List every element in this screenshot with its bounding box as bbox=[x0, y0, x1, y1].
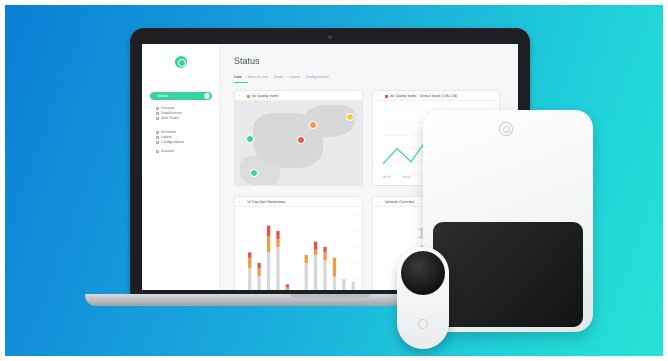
device-logo-icon bbox=[418, 319, 428, 329]
element-icon bbox=[156, 130, 159, 134]
sidebar-item-label: Sensors bbox=[161, 106, 175, 110]
bar-segment bbox=[248, 257, 252, 269]
bar-segment bbox=[257, 276, 261, 290]
alerts-card: ‹ 10 Day Alert Breakdown bbox=[234, 196, 363, 290]
bar-segment bbox=[266, 252, 271, 290]
status-square-icon bbox=[247, 94, 250, 98]
card-header: ‹ Air Quality Index - Sensor Node (I AM … bbox=[373, 91, 499, 101]
bar-segment bbox=[304, 263, 308, 290]
sidebar-item-status[interactable]: Status bbox=[150, 92, 212, 100]
sidebar-item-label: Labels bbox=[161, 135, 172, 139]
card-header: ‹ Air Quality Index bbox=[235, 91, 362, 101]
sensor-icon bbox=[156, 106, 159, 110]
sensor-device bbox=[397, 247, 449, 349]
bar-segment bbox=[276, 247, 280, 290]
app-logo[interactable] bbox=[175, 56, 187, 68]
bar-segment bbox=[323, 252, 327, 261]
card-header: ‹ 10 Day Alert Breakdown bbox=[235, 197, 362, 207]
bar-segment bbox=[257, 268, 261, 277]
bar-segment bbox=[285, 284, 290, 287]
tab-labels[interactable]: Labels bbox=[289, 75, 300, 79]
bar-segment bbox=[323, 247, 327, 253]
card-title: Air Quality Index - Sensor Node (I AM OB… bbox=[390, 94, 458, 98]
bar-segment bbox=[248, 252, 252, 258]
database-icon bbox=[156, 111, 159, 115]
laptop-notch bbox=[290, 294, 370, 298]
status-dot-icon bbox=[204, 93, 210, 99]
user-icon bbox=[156, 149, 159, 153]
page-title: Status bbox=[234, 56, 260, 66]
bar-segment bbox=[276, 231, 280, 239]
bar-segment bbox=[332, 276, 337, 290]
tab-configurations[interactable]: Configurations bbox=[306, 75, 329, 79]
sidebar-item-alert-rules[interactable]: Alert Rules bbox=[156, 116, 179, 121]
bar-segment bbox=[266, 236, 271, 253]
card-title: Network Overview bbox=[385, 200, 415, 204]
chevron-icon[interactable]: ‹ bbox=[239, 197, 240, 207]
bar-segment bbox=[276, 239, 280, 247]
tab-alerts[interactable]: Alerts bbox=[274, 75, 283, 79]
map-land bbox=[240, 156, 280, 185]
sidebar-item-label: DataSources bbox=[161, 111, 182, 115]
sidebar-item-label: Account bbox=[161, 149, 174, 153]
x-tick-label: 06:00 bbox=[403, 175, 411, 179]
chevron-icon[interactable]: ‹ bbox=[239, 91, 240, 101]
x-tick-label: 00:00 bbox=[383, 175, 391, 179]
bar-segment bbox=[248, 268, 252, 290]
active-tab-indicator bbox=[234, 82, 248, 83]
sidebar-item-configurations[interactable]: Configurations bbox=[156, 140, 184, 145]
bar-segment bbox=[323, 260, 327, 290]
bar-segment bbox=[266, 225, 271, 237]
sidebar-item-label: Elements bbox=[161, 130, 176, 134]
laptop-camera bbox=[328, 35, 332, 39]
tab-network-info[interactable]: Network Info bbox=[248, 75, 268, 79]
card-title: 10 Day Alert Breakdown bbox=[247, 200, 286, 204]
map-pin[interactable] bbox=[246, 135, 254, 143]
map-pin[interactable] bbox=[250, 169, 258, 177]
sidebar-item-account[interactable]: Account bbox=[156, 149, 174, 154]
map-card: ‹ Air Quality Index bbox=[234, 90, 363, 186]
bar-segment bbox=[332, 257, 337, 277]
sensor-lens bbox=[401, 251, 445, 295]
bar-segment bbox=[313, 241, 318, 250]
bar-segment bbox=[342, 279, 346, 290]
bar-segment bbox=[313, 249, 318, 255]
device-logo-icon bbox=[499, 122, 513, 136]
bell-icon bbox=[156, 116, 159, 120]
card-title: Air Quality Index bbox=[252, 94, 279, 98]
sidebar-item-label: Configurations bbox=[161, 140, 185, 144]
bar-segment bbox=[285, 287, 290, 290]
tab-bar: Data Network Info Alerts Labels Configur… bbox=[234, 75, 329, 79]
bar-segment bbox=[313, 255, 318, 290]
bar-segment bbox=[257, 263, 261, 269]
sidebar: Status Sensors DataSources Alert Rules E… bbox=[142, 44, 220, 290]
status-square-icon bbox=[385, 94, 388, 98]
sidebar-item-label: Status bbox=[157, 93, 169, 98]
map-pin[interactable] bbox=[309, 121, 317, 129]
map-pin[interactable] bbox=[346, 113, 354, 121]
chevron-icon[interactable]: ‹ bbox=[377, 197, 378, 207]
bar-segment bbox=[351, 281, 355, 290]
gear-icon bbox=[156, 140, 159, 144]
tab-data[interactable]: Data bbox=[234, 75, 242, 79]
map[interactable] bbox=[235, 101, 362, 185]
sidebar-item-label: Alert Rules bbox=[161, 116, 179, 120]
bar-chart bbox=[245, 214, 358, 290]
tag-icon bbox=[156, 135, 159, 139]
chevron-icon[interactable]: ‹ bbox=[377, 91, 378, 101]
bar-segment bbox=[304, 255, 308, 263]
device-panel bbox=[433, 222, 583, 327]
map-pin[interactable] bbox=[297, 136, 305, 144]
